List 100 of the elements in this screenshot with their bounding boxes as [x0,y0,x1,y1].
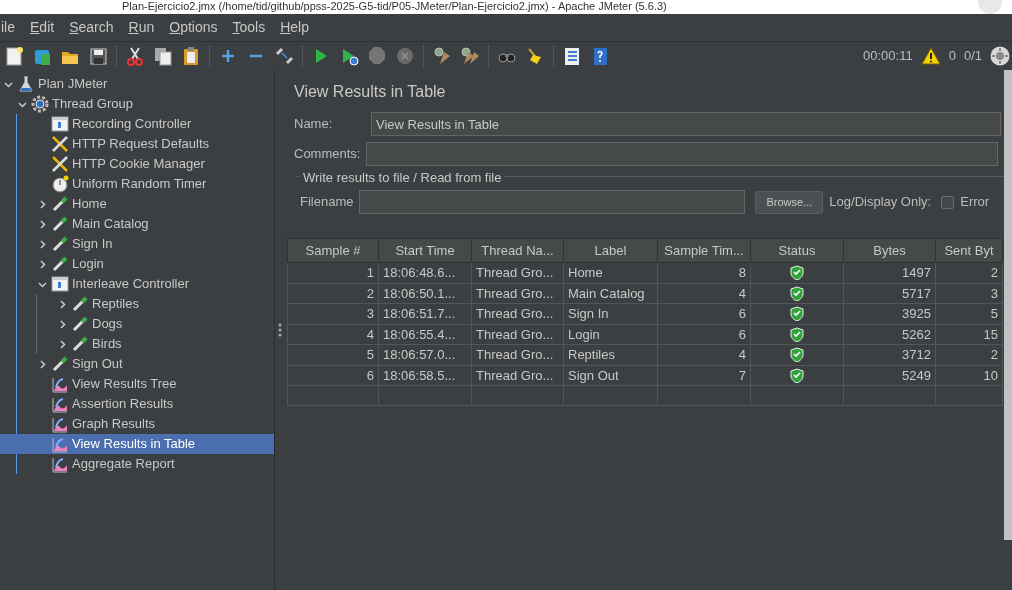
copy-icon[interactable] [153,46,173,66]
graph-icon [51,375,69,393]
collapse-chevron-icon[interactable] [38,279,47,289]
tree-item[interactable]: Recording Controller [17,114,274,134]
window-title: Plan-Ejercicio2.jmx (/home/tid/github/ppss-2025-G5-tid/P05-JMeter/Plan-Ejercicio2.jmx) - Apache JMeter (5.6.3) [122,0,667,13]
table-cell: Thread Gro... [471,324,564,345]
tree-item[interactable]: Uniform Random Timer [17,174,274,194]
save-icon[interactable] [88,46,108,66]
column-header[interactable]: Start Time [378,238,472,263]
table-cell: 3925 [843,303,936,324]
tree-item[interactable]: HTTP Cookie Manager [17,154,274,174]
warning-icon[interactable] [920,47,941,65]
gear-icon [31,95,49,113]
pipette-icon [51,255,69,273]
table-cell: 7 [657,365,751,386]
tree-item[interactable]: Main Catalog [17,214,274,234]
expand-chevron-icon[interactable] [38,359,47,369]
remote-icon[interactable] [990,46,1010,66]
field-label: Log/Display Only: [829,193,932,212]
menu-item[interactable]: ile [1,17,15,38]
menu-item[interactable]: Help [280,17,309,38]
controller-icon [51,115,69,133]
tree-item[interactable]: Thread Group [0,94,274,114]
table-cell: 18:06:58.5... [378,365,472,386]
tree-item[interactable]: HTTP Request Defaults [17,134,274,154]
error-count: 0 [948,47,956,66]
column-header[interactable]: Sample # [287,238,379,263]
checkbox-label: Error [960,193,990,212]
tree-item[interactable]: Sign Out [17,354,274,374]
scrollbar[interactable] [1004,70,1012,540]
tree-item[interactable]: Birds [37,334,274,354]
column-header[interactable]: Sent Byt [935,238,1003,263]
name-field[interactable]: View Results in Table [371,112,1001,136]
tree-item[interactable]: Login [17,254,274,274]
clipboard-icon[interactable] [181,46,201,66]
browse-button[interactable]: Browse... [755,190,824,214]
field-label: Name: [294,115,334,134]
comments-field[interactable] [366,142,999,166]
tree-item[interactable]: Sign In [17,234,274,254]
table-cell: Login [563,324,658,345]
menu-item[interactable]: Options [169,17,218,38]
menu-item[interactable]: Search [69,17,114,38]
column-header[interactable]: Status [750,238,844,263]
table-cell: Thread Gro... [471,344,564,365]
flask-icon [17,75,35,93]
pipette-icon [51,195,69,213]
splitter-handle-icon[interactable] [278,323,282,337]
table-cell: Thread Gro... [471,262,564,283]
toggle-icon[interactable] [274,46,294,66]
table-cell: 5 [935,303,1003,324]
tree-item[interactable]: Assertion Results [17,394,274,414]
tree-item[interactable]: Home [17,194,274,214]
table-cell: 18:06:48.6... [378,262,472,283]
table-cell: Thread Gro... [471,283,564,304]
table-cell: 6 [657,324,751,345]
pipette-icon [71,295,89,313]
menu-item[interactable]: Tools [232,17,266,38]
table-cell: 8 [657,262,751,283]
list-icon[interactable] [562,46,582,66]
table-cell: 10 [935,365,1003,386]
table-cell: Main Catalog [563,283,658,304]
wrench-icon [51,155,69,173]
pipette-icon [51,355,69,373]
new-file-icon[interactable] [4,46,24,66]
column-header[interactable]: Bytes [843,238,936,263]
table-cell: 5 [287,344,379,365]
tree-item[interactable]: Graph Results [17,414,274,434]
tree-item[interactable]: Aggregate Report [17,454,274,474]
pipette-icon [51,235,69,253]
pipette-icon [71,315,89,333]
scissors-icon[interactable] [125,46,145,66]
tree-item[interactable]: View Results Tree [17,374,274,394]
column-header[interactable]: Sample Tim... [657,238,751,263]
panel-title: View Results in Table [294,82,447,102]
table-cell: 3 [287,303,379,324]
tree-item[interactable]: Interleave Controller [17,274,274,294]
tree-item[interactable]: Reptiles [37,294,274,314]
table-cell: Thread Gro... [471,303,564,324]
wrench-icon [51,135,69,153]
table-cell: 2 [287,283,379,304]
tree-item[interactable]: Dogs [37,314,274,334]
table-cell: 4 [657,344,751,365]
table-cell: 1 [287,262,379,283]
stopwatch-icon [51,175,69,193]
table-cell: 6 [287,365,379,386]
table-cell: 1497 [843,262,936,283]
table-cell: 6 [657,303,751,324]
table-cell: 5262 [843,324,936,345]
graph-icon [51,415,69,433]
menu-item[interactable]: Run [128,17,155,38]
column-header[interactable]: Label [563,238,658,263]
elapsed-time: 00:00:11 [863,47,913,66]
field-label: Filename [300,193,354,212]
menu-item[interactable]: Edit [30,17,55,38]
table-cell: 18:06:57.0... [378,344,472,365]
errors-checkbox[interactable] [941,195,955,209]
tree-item[interactable]: Plan JMeter [0,74,274,94]
filename-field[interactable] [359,190,746,214]
column-header[interactable]: Thread Na... [471,238,564,263]
table-cell: 3 [935,283,1003,304]
